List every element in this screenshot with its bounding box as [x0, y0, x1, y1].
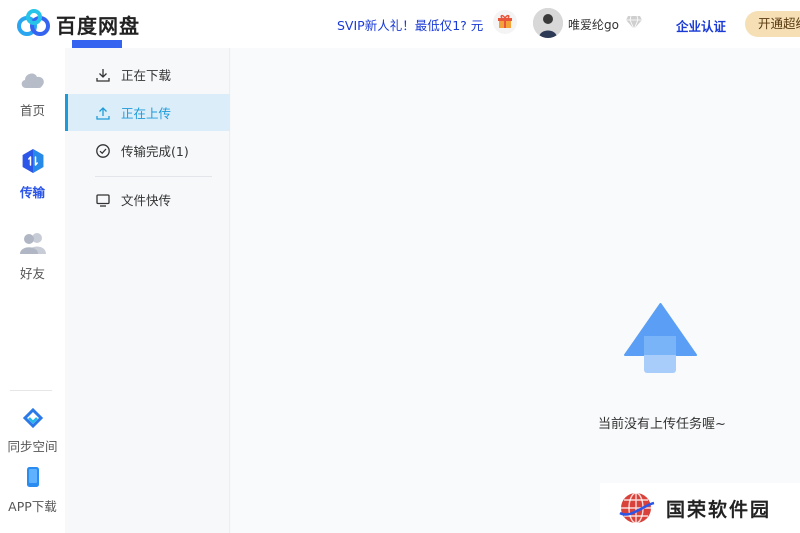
nav-label-app-download: APP下载 — [8, 499, 57, 514]
subnav-label-uploading: 正在上传 — [121, 106, 172, 121]
upload-icon — [96, 106, 110, 120]
download-icon — [96, 68, 110, 82]
gift-icon — [498, 14, 512, 28]
transfer-subnav: 正在下载 正在上传 传输完成(1) 文件快传 — [65, 48, 230, 533]
gift-button[interactable] — [493, 10, 517, 34]
watermark-text: 国荣软件园 — [666, 498, 772, 521]
subnav-divider — [95, 176, 212, 177]
globe-logo-icon — [619, 492, 655, 524]
main-content: 当前没有上传任务喔~ — [231, 48, 800, 533]
user-avatar[interactable] — [533, 8, 563, 38]
friends-icon — [19, 233, 46, 254]
subnav-label-completed: 传输完成(1) — [121, 144, 189, 159]
enterprise-auth-link[interactable]: 企业认证 — [676, 16, 726, 35]
transfer-icon — [22, 149, 43, 173]
app-title: 百度网盘 — [56, 13, 140, 38]
nav-item-app-download[interactable]: APP下载 — [0, 466, 65, 515]
check-circle-icon — [96, 143, 110, 158]
nav-item-sync[interactable]: 同步空间 — [0, 407, 65, 455]
sync-icon — [22, 407, 43, 429]
baidu-netdisk-logo-icon — [17, 9, 50, 36]
subnav-label-quick-transfer: 文件快传 — [121, 193, 172, 208]
upload-empty-icon — [624, 303, 697, 373]
nav-item-friends[interactable]: 好友 — [0, 231, 65, 282]
subnav-item-quick-transfer[interactable]: 文件快传 — [65, 181, 230, 218]
top-bar: 百度网盘 SVIP新人礼！最低仅1? 元 唯爱纶go 企业认证 开通超级 — [0, 0, 800, 56]
subnav-item-uploading[interactable]: 正在上传 — [65, 94, 230, 131]
subnav-item-downloading[interactable]: 正在下载 — [65, 56, 230, 93]
nav-label-friends: 好友 — [19, 266, 45, 281]
cloud-icon — [21, 73, 44, 88]
username[interactable]: 唯爱纶go — [568, 16, 619, 33]
nav-item-home[interactable]: 首页 — [0, 68, 65, 119]
nav-item-transfer[interactable]: 传输 — [0, 148, 65, 201]
nav-label-sync: 同步空间 — [7, 439, 58, 454]
nav-label-home: 首页 — [19, 103, 45, 118]
subnav-label-downloading: 正在下载 — [121, 68, 172, 83]
watermark: 国荣软件园 — [600, 483, 800, 533]
phone-icon — [26, 467, 39, 487]
subnav-item-completed[interactable]: 传输完成(1) — [65, 132, 230, 169]
left-nav: 首页 传输 好友 同步空间 APP下载 — [0, 48, 65, 533]
monitor-icon — [96, 193, 110, 207]
avatar-image — [533, 8, 563, 38]
nav-divider — [10, 390, 52, 391]
vip-diamond-icon[interactable] — [625, 14, 643, 30]
app-logo[interactable]: 百度网盘 — [16, 9, 140, 39]
empty-state-message: 当前没有上传任务喔~ — [598, 417, 726, 432]
svip-promo-link[interactable]: SVIP新人礼！最低仅1? 元 — [337, 15, 483, 34]
nav-label-transfer: 传输 — [19, 185, 45, 200]
open-vip-button[interactable]: 开通超级 — [745, 11, 800, 37]
